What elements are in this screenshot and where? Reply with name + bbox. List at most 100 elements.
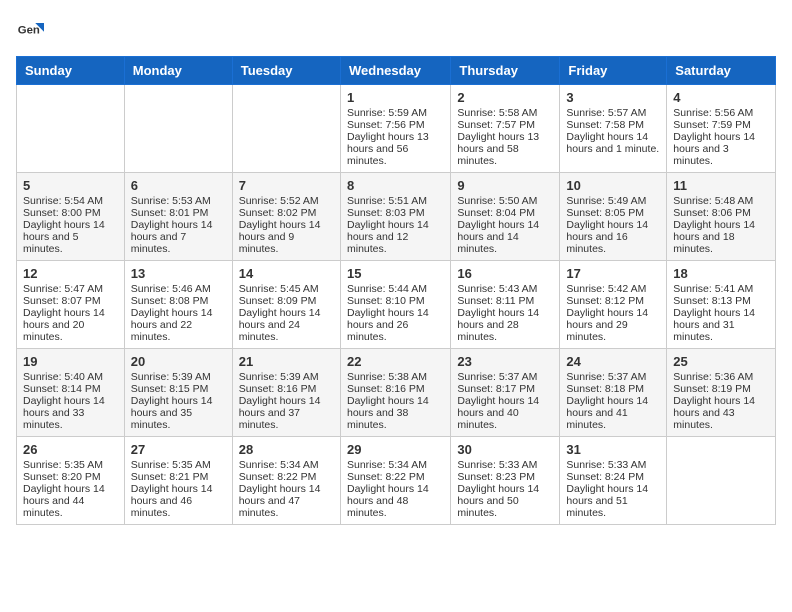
sunrise-text: Sunrise: 5:35 AM [23, 459, 118, 471]
sunrise-text: Sunrise: 5:51 AM [347, 195, 444, 207]
sunset-text: Sunset: 8:17 PM [457, 383, 553, 395]
calendar-cell [232, 85, 340, 173]
daylight-text: Daylight hours 14 hours and 43 minutes. [673, 395, 769, 431]
day-header-wednesday: Wednesday [340, 57, 450, 85]
day-number: 25 [673, 354, 769, 369]
calendar-cell: 21Sunrise: 5:39 AMSunset: 8:16 PMDayligh… [232, 349, 340, 437]
sunset-text: Sunset: 8:14 PM [23, 383, 118, 395]
calendar-cell: 1Sunrise: 5:59 AMSunset: 7:56 PMDaylight… [340, 85, 450, 173]
sunset-text: Sunset: 8:05 PM [566, 207, 660, 219]
sunrise-text: Sunrise: 5:52 AM [239, 195, 334, 207]
logo: Gen [16, 16, 48, 44]
page-header: Gen [16, 16, 776, 44]
day-header-saturday: Saturday [667, 57, 776, 85]
calendar-cell: 4Sunrise: 5:56 AMSunset: 7:59 PMDaylight… [667, 85, 776, 173]
sunset-text: Sunset: 8:02 PM [239, 207, 334, 219]
sunrise-text: Sunrise: 5:43 AM [457, 283, 553, 295]
calendar-cell: 12Sunrise: 5:47 AMSunset: 8:07 PMDayligh… [17, 261, 125, 349]
sunset-text: Sunset: 8:23 PM [457, 471, 553, 483]
sunset-text: Sunset: 8:08 PM [131, 295, 226, 307]
day-number: 3 [566, 90, 660, 105]
calendar-cell: 24Sunrise: 5:37 AMSunset: 8:18 PMDayligh… [560, 349, 667, 437]
sunset-text: Sunset: 8:19 PM [673, 383, 769, 395]
daylight-text: Daylight hours 14 hours and 18 minutes. [673, 219, 769, 255]
day-number: 23 [457, 354, 553, 369]
day-number: 29 [347, 442, 444, 457]
calendar-header-row: SundayMondayTuesdayWednesdayThursdayFrid… [17, 57, 776, 85]
sunset-text: Sunset: 8:10 PM [347, 295, 444, 307]
day-number: 5 [23, 178, 118, 193]
calendar-cell: 5Sunrise: 5:54 AMSunset: 8:00 PMDaylight… [17, 173, 125, 261]
sunrise-text: Sunrise: 5:45 AM [239, 283, 334, 295]
day-number: 10 [566, 178, 660, 193]
day-number: 1 [347, 90, 444, 105]
day-number: 27 [131, 442, 226, 457]
sunrise-text: Sunrise: 5:39 AM [131, 371, 226, 383]
calendar-cell: 23Sunrise: 5:37 AMSunset: 8:17 PMDayligh… [451, 349, 560, 437]
sunset-text: Sunset: 8:01 PM [131, 207, 226, 219]
day-header-tuesday: Tuesday [232, 57, 340, 85]
calendar-cell: 26Sunrise: 5:35 AMSunset: 8:20 PMDayligh… [17, 437, 125, 525]
calendar-cell: 25 Sunrise: 5:36 AMSunset: 8:19 PMDayligh… [667, 349, 776, 437]
calendar-cell: 2Sunrise: 5:58 AMSunset: 7:57 PMDaylight… [451, 85, 560, 173]
day-number: 26 [23, 442, 118, 457]
day-number: 17 [566, 266, 660, 281]
daylight-text: Daylight hours 14 hours and 9 minutes. [239, 219, 334, 255]
sunset-text: Sunset: 8:24 PM [566, 471, 660, 483]
daylight-text: Daylight hours 14 hours and 1 minute. [566, 131, 660, 155]
sunset-text: Sunset: 7:59 PM [673, 119, 769, 131]
calendar-cell: 31Sunrise: 5:33 AMSunset: 8:24 PMDayligh… [560, 437, 667, 525]
calendar-cell: 18Sunrise: 5:41 AMSunset: 8:13 PMDayligh… [667, 261, 776, 349]
daylight-text: Daylight hours 14 hours and 5 minutes. [23, 219, 118, 255]
day-number: 14 [239, 266, 334, 281]
day-number: 18 [673, 266, 769, 281]
day-number: 21 [239, 354, 334, 369]
day-number: 15 [347, 266, 444, 281]
daylight-text: Daylight hours 14 hours and 14 minutes. [457, 219, 553, 255]
calendar-week-1: 1Sunrise: 5:59 AMSunset: 7:56 PMDaylight… [17, 85, 776, 173]
sunrise-text: Sunrise: 5:38 AM [347, 371, 444, 383]
daylight-text: Daylight hours 14 hours and 38 minutes. [347, 395, 444, 431]
daylight-text: Daylight hours 14 hours and 47 minutes. [239, 483, 334, 519]
day-header-thursday: Thursday [451, 57, 560, 85]
sunrise-text: Sunrise: 5:41 AM [673, 283, 769, 295]
daylight-text: Daylight hours 14 hours and 41 minutes. [566, 395, 660, 431]
sunset-text: Sunset: 8:22 PM [347, 471, 444, 483]
sunrise-text: Sunrise: 5:42 AM [566, 283, 660, 295]
calendar-cell: 9Sunrise: 5:50 AMSunset: 8:04 PMDaylight… [451, 173, 560, 261]
daylight-text: Daylight hours 14 hours and 51 minutes. [566, 483, 660, 519]
day-number: 13 [131, 266, 226, 281]
daylight-text: Daylight hours 14 hours and 33 minutes. [23, 395, 118, 431]
sunset-text: Sunset: 8:18 PM [566, 383, 660, 395]
calendar-cell: 17Sunrise: 5:42 AMSunset: 8:12 PMDayligh… [560, 261, 667, 349]
sunrise-text: Sunrise: 5:44 AM [347, 283, 444, 295]
calendar-cell [124, 85, 232, 173]
calendar-cell: 8Sunrise: 5:51 AMSunset: 8:03 PMDaylight… [340, 173, 450, 261]
daylight-text: Daylight hours 14 hours and 22 minutes. [131, 307, 226, 343]
sunset-text: Sunset: 8:21 PM [131, 471, 226, 483]
calendar-cell: 15Sunrise: 5:44 AMSunset: 8:10 PMDayligh… [340, 261, 450, 349]
sunrise-text: Sunrise: 5:34 AM [347, 459, 444, 471]
day-header-friday: Friday [560, 57, 667, 85]
calendar-cell: 20Sunrise: 5:39 AMSunset: 8:15 PMDayligh… [124, 349, 232, 437]
daylight-text: Daylight hours 14 hours and 44 minutes. [23, 483, 118, 519]
daylight-text: Daylight hours 13 hours and 58 minutes. [457, 131, 553, 167]
day-number: 6 [131, 178, 226, 193]
day-number: 19 [23, 354, 118, 369]
calendar-cell [17, 85, 125, 173]
day-number: 12 [23, 266, 118, 281]
day-number: 11 [673, 178, 769, 193]
daylight-text: Daylight hours 14 hours and 35 minutes. [131, 395, 226, 431]
sunrise-text: Sunrise: 5:48 AM [673, 195, 769, 207]
sunset-text: Sunset: 8:13 PM [673, 295, 769, 307]
calendar-week-5: 26Sunrise: 5:35 AMSunset: 8:20 PMDayligh… [17, 437, 776, 525]
day-number: 31 [566, 442, 660, 457]
day-number: 22 [347, 354, 444, 369]
calendar-cell: 29Sunrise: 5:34 AMSunset: 8:22 PMDayligh… [340, 437, 450, 525]
sunrise-text: Sunrise: 5:36 AM [673, 371, 769, 383]
day-number: 20 [131, 354, 226, 369]
day-number: 28 [239, 442, 334, 457]
day-header-sunday: Sunday [17, 57, 125, 85]
calendar-cell: 13Sunrise: 5:46 AMSunset: 8:08 PMDayligh… [124, 261, 232, 349]
sunset-text: Sunset: 8:12 PM [566, 295, 660, 307]
